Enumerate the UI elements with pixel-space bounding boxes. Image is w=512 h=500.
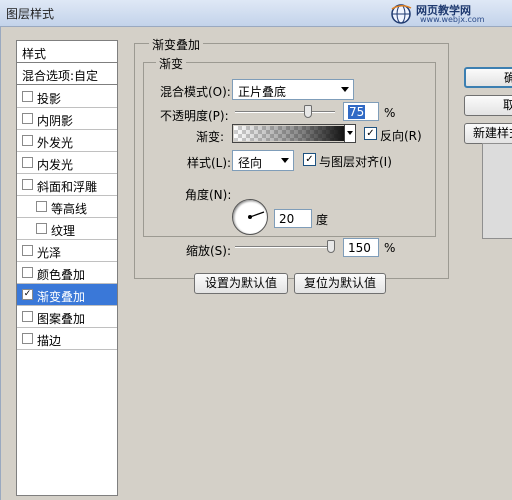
cancel-button[interactable]: 取消 (464, 95, 512, 116)
opacity-slider[interactable] (235, 105, 335, 119)
gradient-picker[interactable] (232, 124, 356, 143)
sidebar-item-label: 描边 (37, 334, 62, 348)
gradient-swatch[interactable] (234, 126, 344, 141)
layer-style-dialog: 样式 混合选项:自定 投影 内阴影 外发光 内发光 斜面和浮雕 等高线 纹理 光… (0, 27, 512, 500)
color-overlay-checkbox[interactable] (22, 267, 33, 278)
blend-mode-select[interactable]: 正片叠底 (232, 79, 354, 100)
blending-options-label: 混合选项:自定 (22, 69, 99, 83)
opacity-label: 不透明度(P): (160, 109, 229, 123)
sidebar-item-label: 渐变叠加 (37, 290, 86, 304)
contour-checkbox[interactable] (36, 201, 47, 212)
angle-value: 20 (279, 212, 295, 226)
satin-checkbox[interactable] (22, 245, 33, 256)
sidebar-item-label: 光泽 (37, 246, 62, 260)
watermark-logo: 网页教学网 www.webjx.com (390, 2, 506, 26)
stroke-checkbox[interactable] (22, 333, 33, 344)
sidebar-item-gradient-overlay[interactable]: ✓ 渐变叠加 (17, 284, 117, 306)
sidebar-item-stroke[interactable]: 描边 (17, 328, 117, 350)
blending-options-item[interactable]: 混合选项:自定 (17, 63, 117, 85)
preview-swatch (482, 143, 512, 239)
sidebar-item-inner-glow[interactable]: 内发光 (17, 152, 117, 174)
sidebar-item-contour[interactable]: 等高线 (17, 196, 117, 218)
align-with-layer-checkbox[interactable]: ✓ (303, 153, 316, 166)
angle-degree-unit: 度 (316, 213, 329, 227)
scale-label: 缩放(S): (186, 244, 232, 258)
panel-title: 渐变叠加 (149, 36, 204, 53)
opacity-value: 75 (348, 105, 366, 119)
outer-glow-checkbox[interactable] (22, 135, 33, 146)
scale-slider-thumb[interactable] (327, 240, 335, 253)
watermark-url: www.webjx.com (420, 15, 485, 24)
angle-input[interactable]: 20 (274, 209, 312, 228)
set-default-button[interactable]: 设置为默认值 (194, 273, 288, 294)
chevron-down-icon (341, 87, 349, 92)
sidebar-item-outer-glow[interactable]: 外发光 (17, 130, 117, 152)
sidebar-item-inner-shadow[interactable]: 内阴影 (17, 108, 117, 130)
styles-header-label: 样式 (22, 47, 47, 61)
sidebar-item-label: 内阴影 (37, 114, 74, 128)
bevel-emboss-checkbox[interactable] (22, 179, 33, 190)
inner-glow-checkbox[interactable] (22, 157, 33, 168)
new-style-button[interactable]: 新建样式... (464, 123, 512, 144)
sidebar-item-label: 等高线 (51, 202, 88, 216)
scale-value: 150 (348, 241, 371, 255)
sidebar-item-color-overlay[interactable]: 颜色叠加 (17, 262, 117, 284)
scale-input[interactable]: 150 (343, 238, 379, 257)
align-with-layer-label: 与图层对齐(I) (319, 155, 392, 169)
blend-mode-label: 混合模式(O): (160, 85, 231, 99)
style-list: 样式 混合选项:自定 投影 内阴影 外发光 内发光 斜面和浮雕 等高线 纹理 光… (16, 40, 118, 496)
gradient-overlay-checkbox[interactable]: ✓ (22, 289, 33, 300)
inner-shadow-checkbox[interactable] (22, 113, 33, 124)
chevron-down-icon (347, 131, 353, 135)
reset-default-button[interactable]: 复位为默认值 (294, 273, 386, 294)
angle-dial[interactable] (232, 199, 268, 235)
sidebar-item-drop-shadow[interactable]: 投影 (17, 86, 117, 108)
reverse-checkbox[interactable]: ✓ (364, 127, 377, 140)
sidebar-item-pattern-overlay[interactable]: 图案叠加 (17, 306, 117, 328)
sidebar-item-bevel-emboss[interactable]: 斜面和浮雕 (17, 174, 117, 196)
styles-header[interactable]: 样式 (17, 41, 117, 63)
texture-checkbox[interactable] (36, 223, 47, 234)
title-bar: 图层样式 网页教学网 www.webjx.com (0, 0, 512, 27)
gradient-group-title: 渐变 (156, 55, 187, 72)
scale-percent-label: % (384, 241, 396, 255)
opacity-input[interactable]: 75 (343, 102, 379, 121)
angle-label: 角度(N): (185, 188, 232, 202)
sidebar-item-label: 图案叠加 (37, 312, 86, 326)
pattern-overlay-checkbox[interactable] (22, 311, 33, 322)
sidebar-item-satin[interactable]: 光泽 (17, 240, 117, 262)
scale-slider-track (235, 246, 335, 248)
angle-dial-needle (248, 211, 265, 219)
sidebar-item-label: 斜面和浮雕 (37, 180, 98, 194)
sidebar-item-label: 投影 (37, 92, 62, 106)
sidebar-item-label: 内发光 (37, 158, 74, 172)
sidebar-item-texture[interactable]: 纹理 (17, 218, 117, 240)
ok-button[interactable]: 确定 (464, 67, 512, 88)
scale-slider[interactable] (235, 240, 335, 254)
sidebar-item-label: 颜色叠加 (37, 268, 86, 282)
drop-shadow-checkbox[interactable] (22, 91, 33, 102)
gradient-style-value: 径向 (238, 156, 263, 170)
sidebar-item-label: 外发光 (37, 136, 74, 150)
globe-icon (391, 4, 412, 24)
gradient-style-select[interactable]: 径向 (232, 150, 294, 171)
window-title: 图层样式 (6, 7, 55, 21)
chevron-down-icon (281, 158, 289, 163)
style-label: 样式(L): (187, 156, 232, 170)
gradient-dropdown-button[interactable] (344, 125, 355, 142)
gradient-label: 渐变: (196, 130, 225, 144)
opacity-slider-thumb[interactable] (304, 105, 312, 118)
opacity-slider-track (235, 111, 335, 113)
opacity-percent-label: % (384, 106, 396, 120)
sidebar-item-label: 纹理 (51, 224, 76, 238)
reverse-label: 反向(R) (380, 129, 422, 143)
blend-mode-value: 正片叠底 (238, 85, 287, 99)
